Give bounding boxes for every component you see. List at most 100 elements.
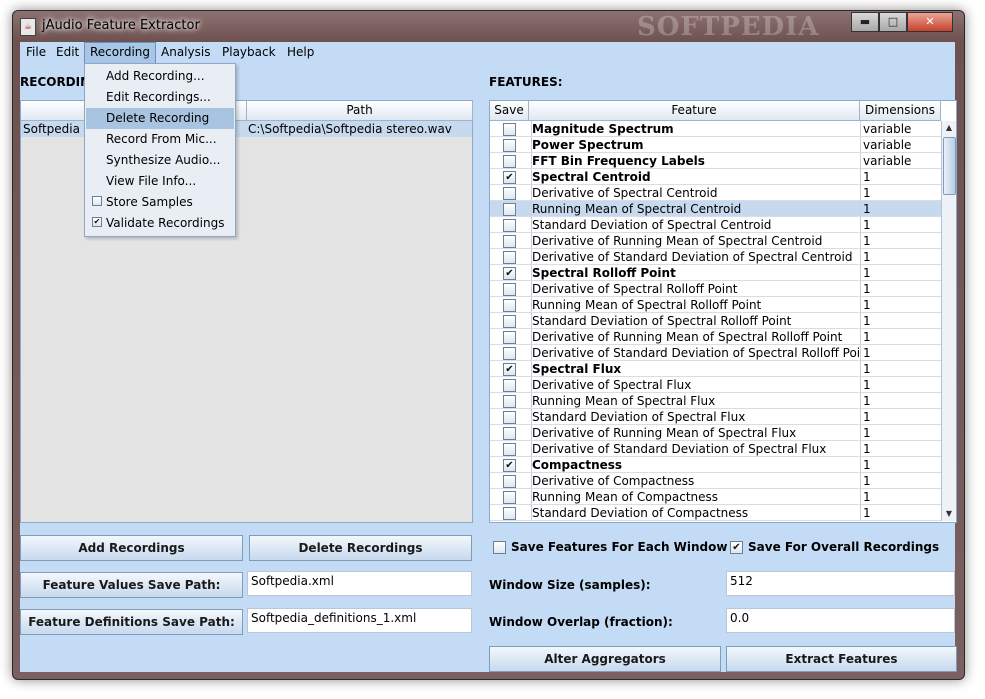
feature-save-checkbox[interactable]: [503, 139, 516, 152]
feature-save-checkbox[interactable]: ✔: [503, 459, 516, 472]
feature-dimensions-cell: 1: [860, 361, 941, 376]
feature-row[interactable]: ✔ Spectral Flux 1: [490, 361, 941, 377]
feature-row[interactable]: Derivative of Standard Deviation of Spec…: [490, 249, 941, 265]
menu-item-store-samples[interactable]: Store Samples: [86, 192, 234, 213]
save-each-window-checkbox[interactable]: [493, 541, 506, 554]
dimensions-column-header[interactable]: Dimensions: [860, 101, 941, 121]
feature-save-checkbox[interactable]: [503, 491, 516, 504]
feature-save-checkbox[interactable]: [503, 299, 516, 312]
scroll-down-icon[interactable]: ▼: [943, 507, 955, 521]
menu-item-add-recording[interactable]: Add Recording...: [86, 66, 234, 87]
feature-row[interactable]: Standard Deviation of Spectral Centroid 1: [490, 217, 941, 233]
feature-row[interactable]: Standard Deviation of Spectral Rolloff P…: [490, 313, 941, 329]
feature-name-cell: Derivative of Running Mean of Spectral R…: [531, 329, 859, 344]
feature-row[interactable]: Derivative of Spectral Rolloff Point 1: [490, 281, 941, 297]
feature-values-save-path-button[interactable]: Feature Values Save Path:: [20, 572, 243, 598]
feature-row[interactable]: Running Mean of Compactness 1: [490, 489, 941, 505]
feature-row[interactable]: Derivative of Spectral Flux 1: [490, 377, 941, 393]
feature-row[interactable]: Derivative of Standard Deviation of Spec…: [490, 441, 941, 457]
feature-dimensions-cell: variable: [860, 137, 941, 152]
feature-row[interactable]: ✔ Compactness 1: [490, 457, 941, 473]
menu-item-label: Store Samples: [106, 195, 193, 209]
scroll-thumb[interactable]: [943, 137, 956, 195]
feature-save-checkbox[interactable]: [503, 411, 516, 424]
menu-item-validate-recordings[interactable]: ✔ Validate Recordings: [86, 213, 234, 234]
add-recordings-button[interactable]: Add Recordings: [20, 535, 243, 561]
feature-row[interactable]: Magnitude Spectrum variable: [490, 121, 941, 137]
feature-save-checkbox[interactable]: [503, 347, 516, 360]
feature-dimensions-cell: variable: [860, 121, 941, 136]
feature-dimensions-cell: 1: [860, 505, 941, 520]
menu-item-label: View File Info...: [106, 174, 197, 188]
minimize-icon[interactable]: ▬: [851, 12, 879, 32]
feature-definitions-save-path-button[interactable]: Feature Definitions Save Path:: [20, 609, 243, 635]
feature-save-checkbox[interactable]: [503, 331, 516, 344]
feature-row[interactable]: FFT Bin Frequency Labels variable: [490, 153, 941, 169]
menu-item-delete-recording[interactable]: Delete Recording: [86, 108, 234, 129]
feature-save-checkbox[interactable]: [503, 187, 516, 200]
feature-save-checkbox[interactable]: ✔: [503, 171, 516, 184]
feature-save-checkbox[interactable]: [503, 507, 516, 520]
feature-definitions-path-field[interactable]: Softpedia_definitions_1.xml: [247, 608, 472, 633]
feature-save-checkbox[interactable]: [503, 251, 516, 264]
menu-edit[interactable]: Edit: [51, 42, 84, 63]
menu-item-record-from-mic[interactable]: Record From Mic...: [86, 129, 234, 150]
feature-save-checkbox[interactable]: [503, 235, 516, 248]
recordings-path-header[interactable]: Path: [247, 101, 473, 121]
feature-save-checkbox[interactable]: [503, 283, 516, 296]
feature-row[interactable]: ✔ Spectral Centroid 1: [490, 169, 941, 185]
menu-item-view-file-info[interactable]: View File Info...: [86, 171, 234, 192]
menu-analysis[interactable]: Analysis: [156, 42, 215, 63]
feature-save-checkbox[interactable]: ✔: [503, 363, 516, 376]
close-icon[interactable]: ✕: [907, 12, 953, 32]
menu-item-label: Validate Recordings: [106, 216, 225, 230]
feature-row[interactable]: Derivative of Standard Deviation of Spec…: [490, 345, 941, 361]
menu-item-synthesize-audio[interactable]: Synthesize Audio...: [86, 150, 234, 171]
feature-name-cell: Standard Deviation of Spectral Centroid: [531, 217, 859, 232]
feature-row[interactable]: Derivative of Running Mean of Spectral F…: [490, 425, 941, 441]
feature-save-checkbox[interactable]: [503, 123, 516, 136]
feature-save-checkbox[interactable]: [503, 427, 516, 440]
feature-save-checkbox[interactable]: [503, 395, 516, 408]
feature-save-checkbox[interactable]: [503, 203, 516, 216]
feature-row[interactable]: Power Spectrum variable: [490, 137, 941, 153]
menu-item-edit-recordings[interactable]: Edit Recordings...: [86, 87, 234, 108]
feature-row[interactable]: Standard Deviation of Spectral Flux 1: [490, 409, 941, 425]
feature-row[interactable]: Derivative of Spectral Centroid 1: [490, 185, 941, 201]
recording-path-cell: C:\Softpedia\Softpedia stereo.wav: [248, 122, 452, 136]
feature-row[interactable]: Standard Deviation of Compactness 1: [490, 505, 941, 521]
feature-values-path-field[interactable]: Softpedia.xml: [247, 571, 472, 596]
feature-name-cell: Derivative of Spectral Centroid: [531, 185, 859, 200]
feature-save-checkbox[interactable]: [503, 219, 516, 232]
feature-save-checkbox[interactable]: [503, 155, 516, 168]
feature-save-checkbox[interactable]: [503, 443, 516, 456]
feature-row[interactable]: Derivative of Running Mean of Spectral C…: [490, 233, 941, 249]
menu-file[interactable]: File: [21, 42, 51, 63]
feature-row[interactable]: Running Mean of Spectral Centroid 1: [490, 201, 941, 217]
feature-save-checkbox[interactable]: [503, 475, 516, 488]
feature-dimensions-cell: 1: [860, 297, 941, 312]
features-scrollbar[interactable]: ▲ ▼: [941, 121, 956, 521]
menu-help[interactable]: Help: [282, 42, 319, 63]
menu-playback[interactable]: Playback: [217, 42, 281, 63]
menu-recording[interactable]: Recording: [84, 42, 157, 65]
save-overall-checkbox[interactable]: ✔: [730, 541, 743, 554]
feature-save-checkbox[interactable]: [503, 315, 516, 328]
feature-row[interactable]: Derivative of Running Mean of Spectral R…: [490, 329, 941, 345]
feature-row[interactable]: Derivative of Compactness 1: [490, 473, 941, 489]
maximize-icon[interactable]: □: [879, 12, 907, 32]
window-overlap-field[interactable]: 0.0: [726, 608, 955, 633]
feature-column-header[interactable]: Feature: [529, 101, 860, 121]
title-bar[interactable]: ☕ jAudio Feature Extractor SOFTPEDIA ▬ □…: [12, 10, 963, 42]
feature-row[interactable]: ✔ Spectral Rolloff Point 1: [490, 265, 941, 281]
window-size-field[interactable]: 512: [726, 571, 955, 596]
feature-row[interactable]: Running Mean of Spectral Rolloff Point 1: [490, 297, 941, 313]
feature-row[interactable]: Running Mean of Spectral Flux 1: [490, 393, 941, 409]
feature-save-checkbox[interactable]: [503, 379, 516, 392]
feature-save-checkbox[interactable]: ✔: [503, 267, 516, 280]
save-column-header[interactable]: Save: [490, 101, 529, 121]
extract-features-button[interactable]: Extract Features: [726, 646, 957, 672]
scroll-up-icon[interactable]: ▲: [943, 121, 955, 135]
delete-recordings-button[interactable]: Delete Recordings: [249, 535, 472, 561]
alter-aggregators-button[interactable]: Alter Aggregators: [489, 646, 721, 672]
